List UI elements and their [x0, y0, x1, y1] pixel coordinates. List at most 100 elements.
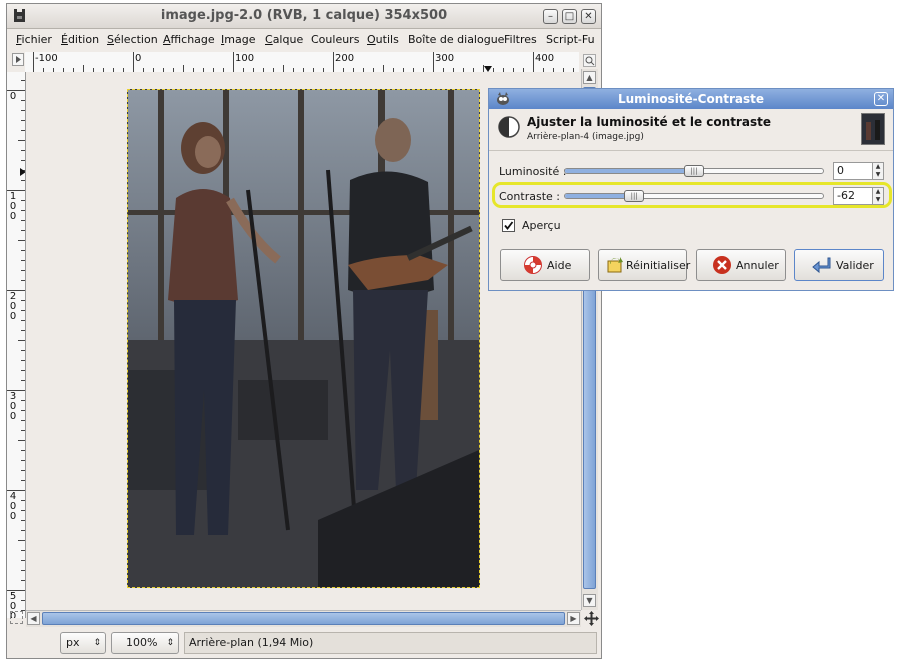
menu-bar: Fichier Édition Sélection Affichage Image Cal…	[7, 29, 601, 51]
brightness-label: Luminosité :	[499, 165, 567, 178]
dialog-heading: Ajuster la luminosité et le contraste	[527, 115, 771, 129]
contrast-spin-arrows-icon[interactable]: ▲ ▼	[873, 187, 884, 205]
menu-6[interactable]: Calque	[265, 33, 303, 46]
ruler-tick	[21, 210, 25, 211]
ruler-tick	[21, 130, 25, 131]
menu-8[interactable]: Outils	[367, 33, 399, 46]
brightness-slider-handle[interactable]: |||	[684, 165, 704, 177]
ruler-tick	[21, 510, 25, 511]
ruler-tick	[283, 65, 284, 72]
ruler-tick	[21, 500, 25, 501]
ruler-tick	[21, 110, 25, 111]
ruler-tick	[533, 52, 534, 72]
ruler-tick	[21, 430, 25, 431]
cancel-button[interactable]: Annuler	[696, 249, 786, 281]
menu-10[interactable]: Filtres	[504, 33, 537, 46]
contrast-slider[interactable]	[564, 193, 824, 199]
menu-11[interactable]: Script-Fu	[546, 33, 595, 46]
lifebuoy-icon	[523, 255, 543, 275]
hruler-label: 400	[535, 53, 555, 64]
zoom-corner-icon[interactable]	[10, 611, 23, 624]
ok-button[interactable]: Valider	[794, 249, 884, 281]
menu-1[interactable]: Fichier	[16, 33, 52, 46]
layer-thumbnail	[861, 113, 885, 145]
contrast-slider-handle[interactable]: |||	[624, 190, 645, 202]
ruler-tick	[21, 370, 25, 371]
ruler-tick	[21, 180, 25, 181]
status-bar: px ⇕ 100% ⇕ Arrière-plan (1,94 Mio)	[7, 628, 601, 658]
menu-9[interactable]: Boîte de dialogue	[408, 33, 504, 46]
contrast-spinbox[interactable]: -62	[833, 187, 873, 205]
ruler-tick	[21, 200, 25, 201]
unit-selector[interactable]: px ⇕	[60, 632, 106, 654]
maximize-button[interactable]: □	[562, 9, 577, 24]
ruler-tick	[21, 160, 25, 161]
reset-icon	[605, 255, 625, 275]
ruler-tick	[21, 400, 25, 401]
menu-2[interactable]: Édition	[61, 33, 99, 46]
preview-checkbox[interactable]	[502, 219, 515, 232]
brightness-spinbox[interactable]: 0	[833, 162, 873, 180]
status-info: Arrière-plan (1,94 Mio)	[184, 632, 597, 654]
contrast-label: Contraste :	[499, 190, 560, 203]
quick-mask-toggle-icon[interactable]	[12, 53, 24, 66]
navigation-move-icon[interactable]	[584, 611, 599, 626]
ruler-tick	[18, 340, 25, 341]
menu-5[interactable]: Image	[221, 33, 255, 46]
ruler-tick	[21, 220, 25, 221]
help-button[interactable]: Aide	[500, 249, 590, 281]
ruler-tick	[21, 80, 25, 81]
vertical-ruler: 0100200300400500	[7, 72, 26, 618]
hruler-label: 300	[435, 53, 455, 64]
ruler-tick	[21, 450, 25, 451]
ok-enter-icon	[812, 255, 832, 275]
ruler-tick	[18, 240, 25, 241]
brightness-spin-arrows-icon[interactable]: ▲ ▼	[873, 162, 884, 180]
preview-label[interactable]: Aperçu	[522, 219, 561, 232]
minimize-button[interactable]: –	[543, 9, 558, 24]
horizontal-scroll-thumb[interactable]	[42, 612, 565, 625]
ruler-tick	[33, 52, 34, 72]
ruler-tick	[21, 350, 25, 351]
ruler-tick	[21, 560, 25, 561]
ruler-tick	[21, 380, 25, 381]
brightness-contrast-dialog: Luminosité-Contraste ✕ Ajuster la lumino…	[488, 88, 894, 291]
horizontal-scrollbar[interactable]: ◀ ▶	[26, 610, 581, 627]
ruler-tick	[21, 330, 25, 331]
ruler-tick	[21, 570, 25, 571]
scroll-down-arrow-icon[interactable]: ▼	[583, 594, 596, 607]
ruler-tick	[433, 52, 434, 72]
hruler-label: 200	[335, 53, 355, 64]
menu-4[interactable]: Affichage	[163, 33, 215, 46]
dialog-title-bar[interactable]: Luminosité-Contraste ✕	[489, 89, 893, 109]
dialog-title: Luminosité-Contraste	[617, 92, 765, 106]
menu-7[interactable]: Couleurs	[311, 33, 359, 46]
scroll-right-arrow-icon[interactable]: ▶	[567, 612, 580, 625]
hruler-label: 100	[235, 53, 255, 64]
ruler-tick	[18, 440, 25, 441]
dialog-close-button[interactable]: ✕	[874, 92, 888, 106]
ruler-tick	[21, 250, 25, 251]
ruler-tick	[18, 140, 25, 141]
reset-button[interactable]: Réinitialiser	[598, 249, 690, 281]
scroll-up-arrow-icon[interactable]: ▲	[583, 71, 596, 84]
scroll-left-arrow-icon[interactable]: ◀	[27, 612, 40, 625]
vruler-label: 0	[9, 91, 17, 102]
menu-3[interactable]: Sélection	[107, 33, 158, 46]
help-button-label: Aide	[547, 259, 572, 272]
zoom-value: 100%	[126, 636, 158, 649]
close-button[interactable]: ✕	[581, 9, 596, 24]
ruler-tick	[21, 470, 25, 471]
vruler-label: 300	[9, 391, 17, 422]
title-bar[interactable]: image.jpg-2.0 (RVB, 1 calque) 354x500 – …	[7, 4, 601, 29]
ruler-tick	[21, 120, 25, 121]
window-title: image.jpg-2.0 (RVB, 1 calque) 354x500	[160, 8, 448, 23]
image-canvas[interactable]	[127, 89, 480, 588]
ruler-tick	[21, 300, 25, 301]
navigate-icon[interactable]	[583, 54, 596, 67]
vruler-label: 200	[9, 291, 17, 322]
zoom-selector[interactable]: 100% ⇕	[111, 632, 179, 654]
ruler-tick	[21, 420, 25, 421]
ruler-tick	[21, 410, 25, 411]
ruler-tick	[21, 260, 25, 261]
